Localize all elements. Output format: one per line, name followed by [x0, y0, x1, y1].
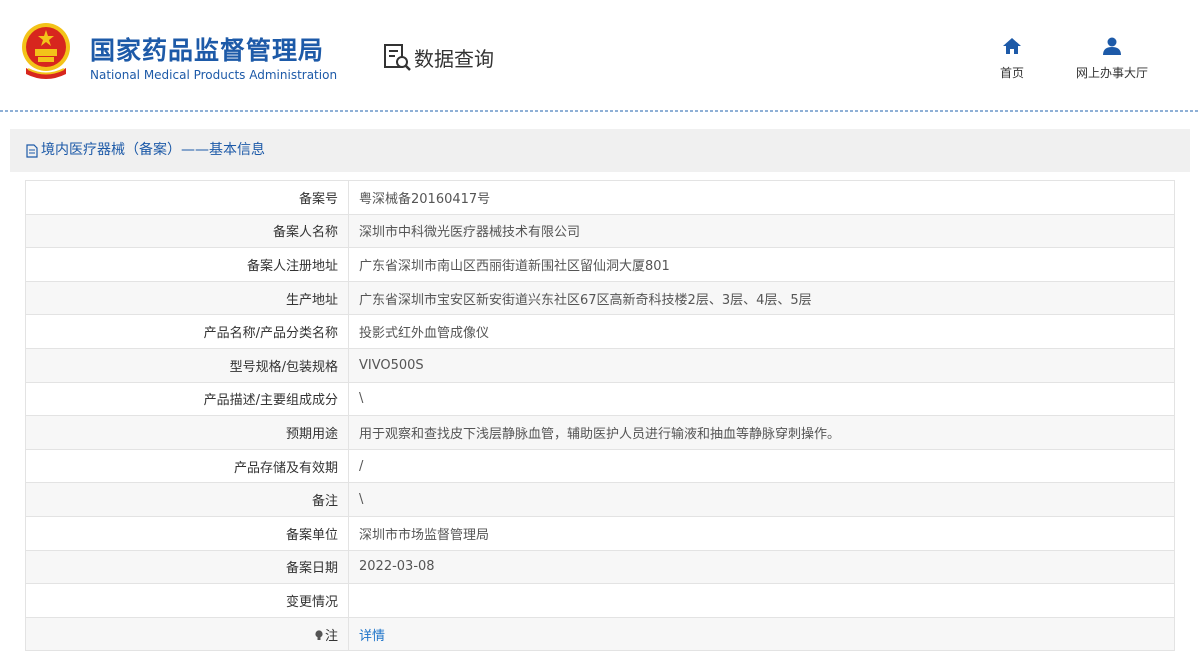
- row-label: 备案人注册地址: [25, 247, 349, 282]
- row-label: 产品名称/产品分类名称: [25, 314, 349, 349]
- row-label: 备案人名称: [25, 213, 349, 249]
- row-label: 备案单位: [25, 515, 349, 551]
- row-label: 型号规格/包装规格: [25, 347, 349, 383]
- nav-home-label: 首页: [999, 66, 1024, 80]
- document-icon: [26, 143, 38, 158]
- table-row: 备案单位 深圳市市场监督管理局: [25, 515, 1175, 551]
- table-row: 备注 \: [25, 482, 1175, 517]
- row-value: 广东省深圳市南山区西丽街道新围社区留仙洞大厦801: [348, 247, 1175, 282]
- row-label: 备案号: [25, 180, 349, 215]
- row-label-note: 注: [25, 616, 349, 652]
- row-label: 生产地址: [25, 280, 349, 316]
- nav-online-hall[interactable]: 网上办事大厅: [1064, 36, 1160, 81]
- document-search-icon: [384, 44, 411, 71]
- row-label: 变更情况: [25, 583, 349, 618]
- site-header: 国家药品监督管理局 National Medical Products Admi…: [0, 0, 1200, 112]
- header-divider: [0, 110, 1200, 112]
- table-row: 备案号 粤深械备20160417号: [25, 180, 1175, 215]
- panel-title-text: 境内医疗器械（备案）——基本信息: [41, 142, 265, 158]
- nav-home[interactable]: 首页: [992, 36, 1032, 81]
- table-row: 产品名称/产品分类名称 投影式红外血管成像仪: [25, 314, 1175, 349]
- row-value: 投影式红外血管成像仪: [348, 314, 1175, 349]
- panel-title: 境内医疗器械（备案）——基本信息: [10, 129, 1190, 172]
- table-row: 备案日期 2022-03-08: [25, 549, 1175, 585]
- row-value: \: [348, 381, 1175, 417]
- nav-online-hall-label: 网上办事大厅: [1075, 66, 1148, 80]
- details-link[interactable]: 详情: [359, 629, 385, 644]
- table-row: 变更情况: [25, 583, 1175, 618]
- row-value: /: [348, 448, 1175, 484]
- agency-name-cn: 国家药品监督管理局: [90, 36, 325, 65]
- row-value: 粤深械备20160417号: [348, 180, 1175, 215]
- row-value: 详情: [348, 616, 1175, 652]
- row-label: 备注: [25, 482, 349, 517]
- row-value: 用于观察和查找皮下浅层静脉血管，辅助医护人员进行输液和抽血等静脉穿刺操作。: [348, 415, 1175, 450]
- row-value: 深圳市中科微光医疗器械技术有限公司: [348, 213, 1175, 249]
- user-icon: [1103, 37, 1121, 55]
- table-row: 型号规格/包装规格 VIVO500S: [25, 347, 1175, 383]
- table-row: 注 详情: [25, 616, 1175, 652]
- row-value: 深圳市市场监督管理局: [348, 515, 1175, 551]
- table-row: 生产地址 广东省深圳市宝安区新安街道兴东社区67区高新奇科技楼2层、3层、4层、…: [25, 280, 1175, 316]
- row-value: 广东省深圳市宝安区新安街道兴东社区67区高新奇科技楼2层、3层、4层、5层: [348, 280, 1175, 316]
- table-row: 产品描述/主要组成成分 \: [25, 381, 1175, 417]
- row-value: 2022-03-08: [348, 549, 1175, 585]
- note-label: 注: [324, 628, 338, 644]
- table-row: 预期用途 用于观察和查找皮下浅层静脉血管，辅助医护人员进行输液和抽血等静脉穿刺操…: [25, 415, 1175, 450]
- lightbulb-icon: [315, 629, 323, 640]
- row-value: VIVO500S: [348, 347, 1175, 383]
- info-panel: 境内医疗器械（备案）——基本信息 备案号 粤深械备20160417号 备案人名称…: [10, 129, 1190, 666]
- row-label: 预期用途: [25, 415, 349, 450]
- basic-info-table: 备案号 粤深械备20160417号 备案人名称 深圳市中科微光医疗器械技术有限公…: [25, 180, 1175, 652]
- table-row: 备案人名称 深圳市中科微光医疗器械技术有限公司: [25, 213, 1175, 249]
- row-value: \: [348, 482, 1175, 517]
- table-row: 产品存储及有效期 /: [25, 448, 1175, 484]
- row-label: 备案日期: [25, 549, 349, 585]
- row-label: 产品存储及有效期: [25, 448, 349, 484]
- data-query-title: 数据查询: [382, 42, 494, 72]
- table-row: 备案人注册地址 广东省深圳市南山区西丽街道新围社区留仙洞大厦801: [25, 247, 1175, 282]
- panel-body: 备案号 粤深械备20160417号 备案人名称 深圳市中科微光医疗器械技术有限公…: [10, 172, 1190, 666]
- data-query-label: 数据查询: [414, 46, 494, 71]
- agency-name-en: National Medical Products Administration: [90, 68, 338, 82]
- national-emblem-icon: [22, 23, 70, 79]
- row-value: [348, 583, 1175, 618]
- home-icon: [1003, 38, 1021, 54]
- row-label: 产品描述/主要组成成分: [25, 381, 349, 417]
